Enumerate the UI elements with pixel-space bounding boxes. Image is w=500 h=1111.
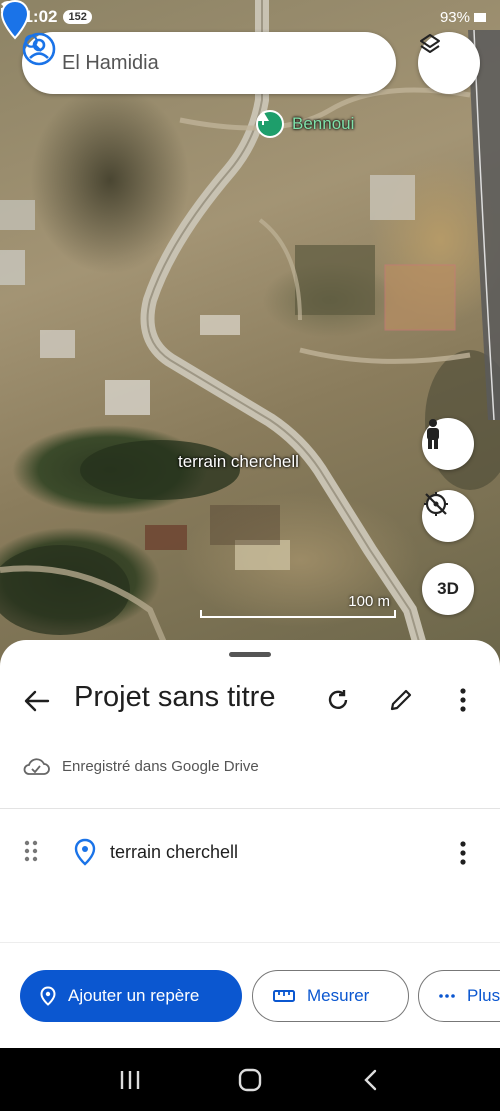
refresh-icon — [328, 690, 348, 709]
location-pin-icon — [74, 838, 96, 866]
action-chips: Ajouter un repère Mesurer Plus — [0, 970, 500, 1024]
item-more-button[interactable] — [448, 838, 478, 868]
location-pin-icon — [40, 986, 56, 1006]
list-item[interactable]: terrain cherchell — [0, 832, 500, 872]
more-vert-icon — [460, 841, 466, 865]
compass-icon — [424, 492, 448, 516]
refresh-button[interactable] — [322, 684, 354, 716]
status-bar: 21:02 152 93% — [0, 0, 500, 34]
search-input[interactable]: El Hamidia — [62, 52, 382, 75]
edit-icon — [390, 689, 412, 711]
recent-apps-button[interactable] — [110, 1060, 150, 1100]
notification-badge: 152 — [63, 10, 92, 24]
search-bar[interactable]: El Hamidia — [22, 32, 396, 94]
divider — [0, 808, 500, 809]
3d-button[interactable]: 3D — [422, 563, 474, 615]
scale-line — [200, 610, 396, 618]
measure-button[interactable]: Mesurer — [252, 970, 409, 1022]
tree-icon — [256, 110, 284, 138]
drag-handle[interactable] — [229, 652, 271, 657]
project-title[interactable]: Projet sans titre — [74, 681, 275, 714]
back-button[interactable] — [350, 1060, 390, 1100]
system-nav-bar — [0, 1048, 500, 1111]
location-marker-icon[interactable] — [0, 0, 30, 40]
add-marker-button[interactable]: Ajouter un repère — [20, 970, 242, 1022]
marker-label[interactable]: terrain cherchell — [178, 452, 299, 472]
add-marker-label: Ajouter un repère — [68, 986, 200, 1005]
home-button[interactable] — [230, 1060, 270, 1100]
save-status-text: Enregistré dans Google Drive — [62, 757, 259, 775]
scale-bar: 100 m — [200, 592, 396, 618]
back-chevron-icon — [364, 1069, 377, 1090]
compass-button[interactable] — [422, 490, 474, 542]
cloud-done-icon — [23, 758, 50, 775]
save-status: Enregistré dans Google Drive — [22, 756, 259, 776]
layers-button[interactable] — [418, 32, 480, 94]
scale-label: 100 m — [348, 593, 390, 610]
edit-button[interactable] — [385, 684, 417, 716]
more-horiz-icon — [439, 994, 455, 998]
place-label[interactable]: Bennoui — [256, 110, 354, 138]
more-button[interactable]: Plus — [418, 970, 500, 1022]
map-view[interactable]: 21:02 152 93% El Hamidia Bennoui terrain… — [0, 0, 500, 680]
project-sheet: Projet sans titre Enregistré dans Google… — [0, 640, 500, 1048]
pegman-icon — [427, 419, 439, 449]
home-icon — [238, 1068, 262, 1091]
back-arrow-icon[interactable] — [22, 686, 52, 716]
recents-icon — [120, 1070, 140, 1089]
street-view-button[interactable] — [422, 418, 474, 470]
title-row: Projet sans titre — [0, 678, 500, 722]
more-vert-icon — [460, 688, 466, 712]
divider — [0, 942, 500, 943]
measure-label: Mesurer — [307, 986, 370, 1005]
more-label: Plus — [467, 986, 500, 1005]
layers-icon — [420, 34, 440, 53]
drag-handle-icon[interactable] — [24, 840, 38, 862]
place-name: Bennoui — [292, 114, 355, 133]
ruler-icon — [273, 990, 295, 1002]
battery-percent: 93% — [439, 8, 470, 26]
more-options-button[interactable] — [447, 684, 479, 716]
list-item-label: terrain cherchell — [110, 842, 239, 862]
battery-icon — [474, 12, 486, 22]
